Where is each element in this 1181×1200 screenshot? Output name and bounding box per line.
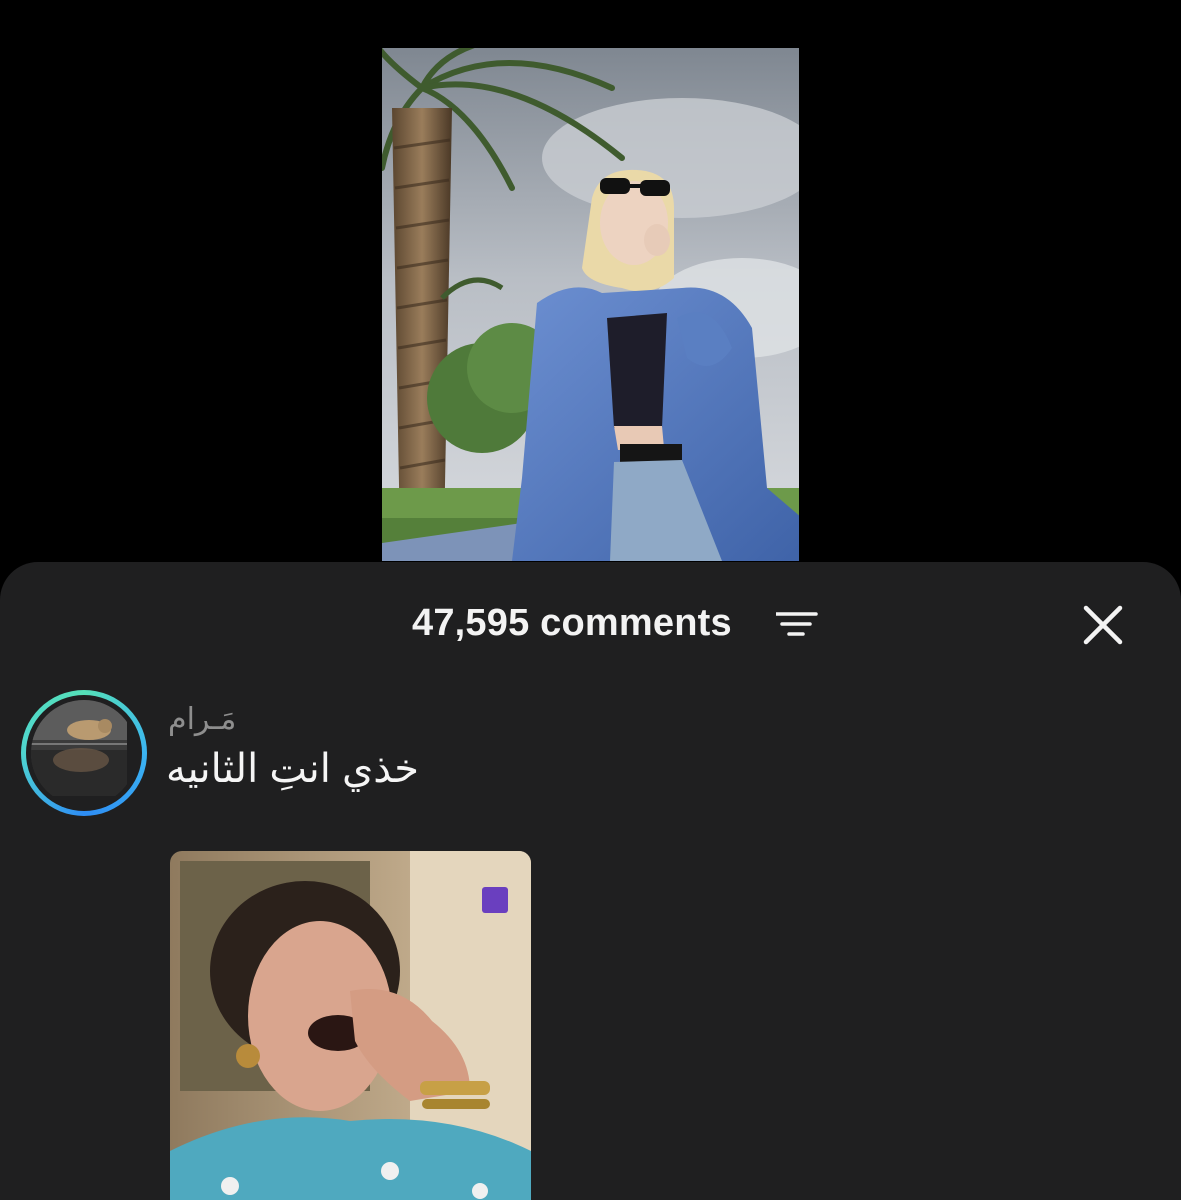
comments-header: 47,595 comments [0, 596, 1181, 652]
comment-item: مَـرام خذي انتِ الثانيه [0, 690, 1181, 1200]
video-preview[interactable] [382, 48, 799, 561]
comment-username[interactable]: مَـرام [168, 702, 236, 738]
comments-sheet: 47,595 comments مَـرام خذي انتِ الثانيه [0, 562, 1181, 1200]
gif-attachment[interactable] [170, 851, 531, 1200]
avatar[interactable] [21, 690, 147, 816]
avatar-photo [31, 700, 137, 806]
comment-text: خذي انتِ الثانيه [166, 747, 419, 791]
comment-count: 47,595 comments [412, 602, 732, 644]
close-icon[interactable] [1078, 600, 1128, 650]
sort-lines-icon[interactable] [774, 608, 820, 640]
screen: 47,595 comments مَـرام خذي انتِ الثانيه [0, 0, 1181, 1200]
video-thumbnail [382, 48, 799, 561]
